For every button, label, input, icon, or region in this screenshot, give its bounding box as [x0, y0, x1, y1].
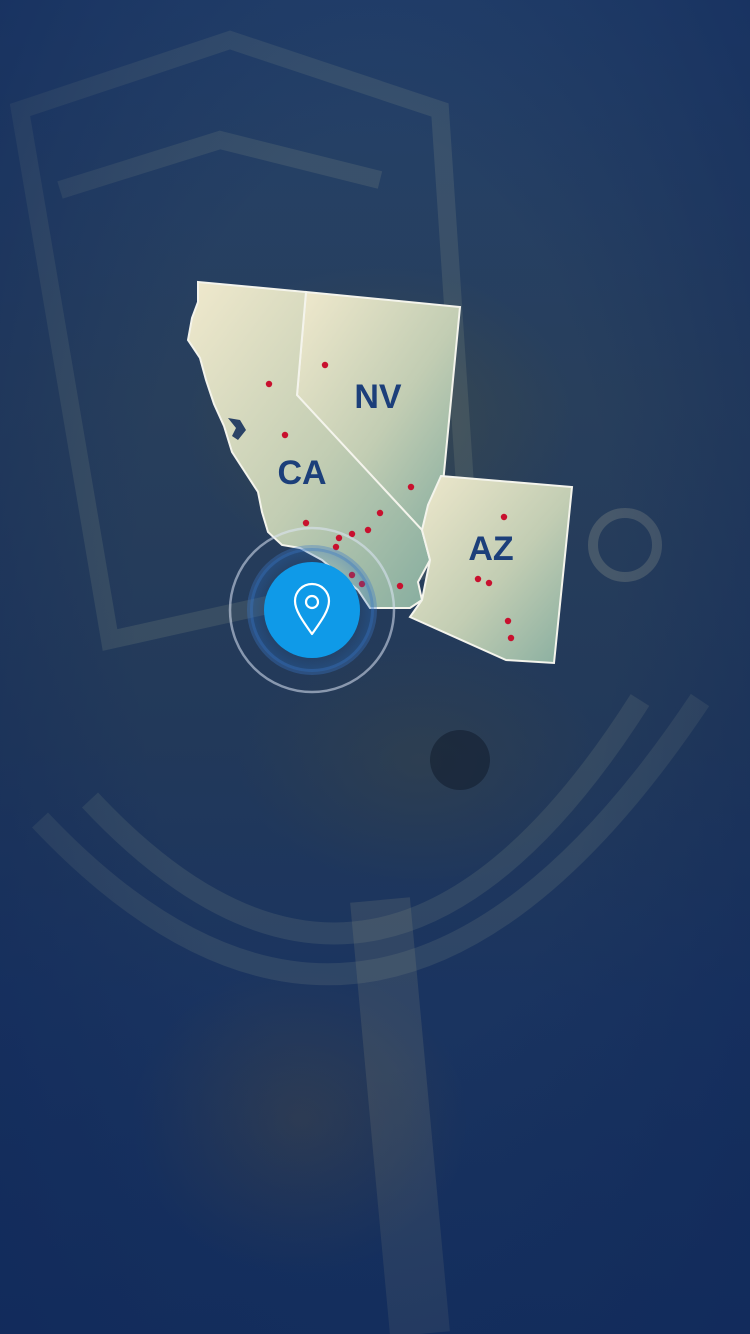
state-label-az: AZ: [468, 530, 513, 568]
location-marker[interactable]: [335, 534, 343, 542]
location-pin-button[interactable]: [264, 562, 360, 658]
location-marker[interactable]: [321, 361, 329, 369]
location-marker[interactable]: [265, 380, 273, 388]
state-label-ca: CA: [277, 454, 326, 492]
location-marker[interactable]: [500, 513, 508, 521]
location-marker[interactable]: [302, 519, 310, 527]
location-marker[interactable]: [504, 617, 512, 625]
location-marker[interactable]: [396, 582, 404, 590]
region-map: NV CA AZ: [186, 280, 574, 694]
location-marker[interactable]: [364, 526, 372, 534]
location-marker[interactable]: [407, 483, 415, 491]
state-arizona[interactable]: [408, 474, 574, 665]
location-marker[interactable]: [485, 579, 493, 587]
location-marker[interactable]: [376, 509, 384, 517]
state-label-nv: NV: [354, 378, 402, 416]
location-marker[interactable]: [281, 431, 289, 439]
current-location-button[interactable]: [228, 526, 396, 694]
location-marker[interactable]: [507, 634, 515, 642]
location-marker[interactable]: [474, 575, 482, 583]
